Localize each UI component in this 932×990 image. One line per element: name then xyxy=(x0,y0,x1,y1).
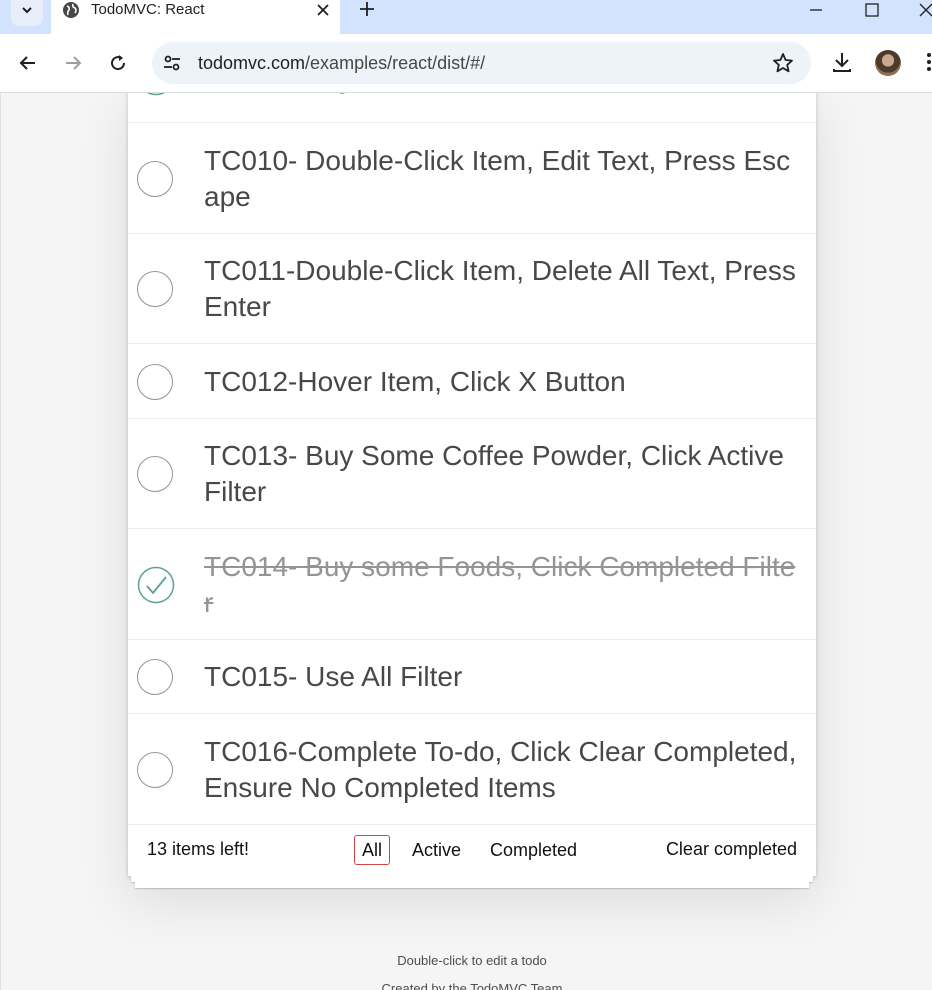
todo-item[interactable]: TC011-Double-Click Item, Delete All Text… xyxy=(128,234,816,344)
todo-label[interactable]: TC012-Hover Item, Click X Button xyxy=(204,364,804,400)
tab-search-button[interactable] xyxy=(11,0,43,26)
todo-item[interactable]: TC013- Buy Some Coffee Powder, Click Act… xyxy=(128,419,816,529)
todo-item[interactable]: TC010- Double-Click Item, Edit Text, Pre… xyxy=(128,123,816,234)
profile-avatar[interactable] xyxy=(875,50,901,76)
edit-hint: Double-click to edit a todo xyxy=(397,953,547,968)
todo-label[interactable]: TC014- Buy some Foods, Click Completed F… xyxy=(204,549,804,621)
todo-footer: 13 items left! All Active Completed Clea… xyxy=(128,825,816,876)
todo-checkbox[interactable] xyxy=(137,456,173,492)
filter-active-link[interactable]: Active xyxy=(404,835,469,865)
browser-tab[interactable]: TodoMVC: React xyxy=(51,0,340,34)
url-path: /examples/react/dist/#/ xyxy=(305,53,486,73)
url-host: todomvc.com xyxy=(198,53,306,73)
todo-checkbox[interactable] xyxy=(137,752,173,788)
todo-app: TC009- Buy Milk TC010- Double-Click Item,… xyxy=(128,93,816,876)
todo-label[interactable]: TC015- Use All Filter xyxy=(204,659,804,695)
back-arrow-icon[interactable] xyxy=(15,50,41,76)
todo-item[interactable]: TC014- Buy some Foods, Click Completed F… xyxy=(128,529,816,640)
todo-label[interactable]: TC009- Buy Milk xyxy=(204,93,804,97)
todo-checkbox[interactable] xyxy=(137,364,173,400)
todo-checkbox[interactable] xyxy=(137,566,175,604)
globe-icon xyxy=(63,2,79,18)
new-tab-icon[interactable] xyxy=(355,0,379,21)
todo-checkbox[interactable] xyxy=(137,659,173,695)
todo-item[interactable]: TC015- Use All Filter xyxy=(128,640,816,714)
todo-checkbox[interactable] xyxy=(137,161,173,197)
page-viewport: TC009- Buy Milk TC010- Double-Click Item,… xyxy=(0,93,932,990)
todo-item[interactable]: TC016-Complete To-do, Click Clear Comple… xyxy=(128,714,816,825)
forward-arrow-icon[interactable] xyxy=(60,50,86,76)
list-stack-shadow xyxy=(135,882,809,888)
site-settings-icon[interactable] xyxy=(162,53,182,73)
todo-label[interactable]: TC013- Buy Some Coffee Powder, Click Act… xyxy=(204,438,804,510)
browser-toolbar: todomvc.com/examples/react/dist/#/ xyxy=(0,34,932,93)
reload-icon[interactable] xyxy=(105,50,131,76)
close-window-icon[interactable] xyxy=(903,0,932,24)
todo-checkbox[interactable] xyxy=(137,271,173,307)
download-icon[interactable] xyxy=(830,50,854,74)
filter-completed-link[interactable]: Completed xyxy=(482,835,585,865)
todo-item[interactable]: TC009- Buy Milk xyxy=(128,93,816,123)
url-text[interactable]: todomvc.com/examples/react/dist/#/ xyxy=(198,53,485,74)
todo-label[interactable]: TC011-Double-Click Item, Delete All Text… xyxy=(204,253,804,325)
items-left-count: 13 items left! xyxy=(147,839,250,859)
todo-label[interactable]: TC010- Double-Click Item, Edit Text, Pre… xyxy=(204,143,804,215)
todo-checkbox[interactable] xyxy=(137,93,175,96)
menu-dots-icon[interactable] xyxy=(924,50,932,74)
address-bar[interactable]: todomvc.com/examples/react/dist/#/ xyxy=(152,42,811,84)
tab-close-icon[interactable] xyxy=(313,0,333,21)
todo-item[interactable]: TC012-Hover Item, Click X Button xyxy=(128,344,816,419)
maximize-icon[interactable] xyxy=(849,0,895,24)
filter-all-link[interactable]: All xyxy=(354,835,391,865)
tab-title: TodoMVC: React xyxy=(91,1,205,18)
tab-strip: TodoMVC: React xyxy=(0,0,932,34)
clear-completed-button[interactable]: Clear completed xyxy=(666,839,797,860)
minimize-icon[interactable] xyxy=(793,0,839,24)
todo-list: TC009- Buy Milk TC010- Double-Click Item,… xyxy=(128,93,816,825)
todo-label[interactable]: TC016-Complete To-do, Click Clear Comple… xyxy=(204,734,804,806)
credit-line: Created by the TodoMVC Team xyxy=(381,981,563,990)
bookmark-star-icon[interactable] xyxy=(772,52,794,74)
chevron-down-icon xyxy=(22,7,32,14)
